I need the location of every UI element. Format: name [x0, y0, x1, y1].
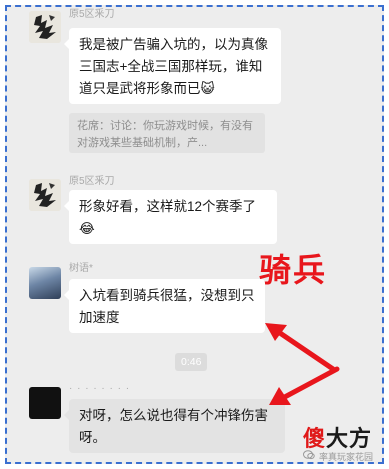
message-text: 我是被广告骗入坑的，以为真像三国志+全战三国那样玩，谁知道只是武将形象而已: [79, 37, 268, 96]
avatar[interactable]: [29, 179, 61, 211]
calligraphy-avatar-image: [29, 11, 61, 43]
emoji-icon: 😂: [79, 221, 95, 236]
message-text: 对呀，怎么说也得有个冲锋伤害呀。: [79, 408, 268, 445]
calligraphy-avatar-image: [29, 179, 61, 211]
message-bubble[interactable]: 入坑看到骑兵很猛，没想到只加速度: [64, 279, 265, 333]
message-bubble[interactable]: 对呀，怎么说也得有个冲锋伤害呀。: [64, 399, 285, 453]
watermark-logo-red: 傻: [303, 427, 327, 452]
watermark-logo-black: 大方: [326, 427, 373, 452]
avatar[interactable]: [29, 11, 61, 43]
message-text: 形象好看，这样就12个赛季了: [79, 199, 257, 214]
avatar[interactable]: [29, 267, 61, 299]
message-bubble[interactable]: 我是被广告骗入坑的，以为真像三国志+全战三国那样玩，谁知道只是武将形象而已😺: [64, 28, 281, 104]
wechat-icon: [303, 450, 315, 460]
sender-name: · · · · · · · ·: [69, 383, 131, 394]
chat-screenshot-frame: 原5区釆刀 我是被广告骗入坑的，以为真像三国志+全战三国那样玩，谁知道只是武将形…: [5, 5, 384, 464]
sender-name: 原5区釆刀: [69, 9, 115, 20]
quoted-message-text: 花席：讨论：你玩游戏时候，有没有对游戏某些基础机制，产...: [77, 120, 253, 149]
avatar[interactable]: [29, 387, 61, 419]
message-bubble[interactable]: 形象好看，这样就12个赛季了 😂: [64, 190, 277, 244]
arrow-icon: [269, 366, 340, 405]
timestamp: 0:46: [175, 353, 208, 371]
quoted-message[interactable]: 花席：讨论：你玩游戏时候，有没有对游戏某些基础机制，产...: [69, 113, 265, 153]
message-text: 入坑看到骑兵很猛，没想到只加速度: [79, 288, 255, 325]
sender-name: 原5区釆刀: [69, 176, 115, 187]
emoji-icon: 😺: [200, 81, 215, 96]
watermark-logo: 傻大方: [303, 421, 372, 453]
sender-name: 树语*: [69, 263, 93, 274]
annotation-label: 骑兵: [259, 251, 328, 289]
watermark-subtitle: 率真玩家花园: [319, 452, 374, 462]
